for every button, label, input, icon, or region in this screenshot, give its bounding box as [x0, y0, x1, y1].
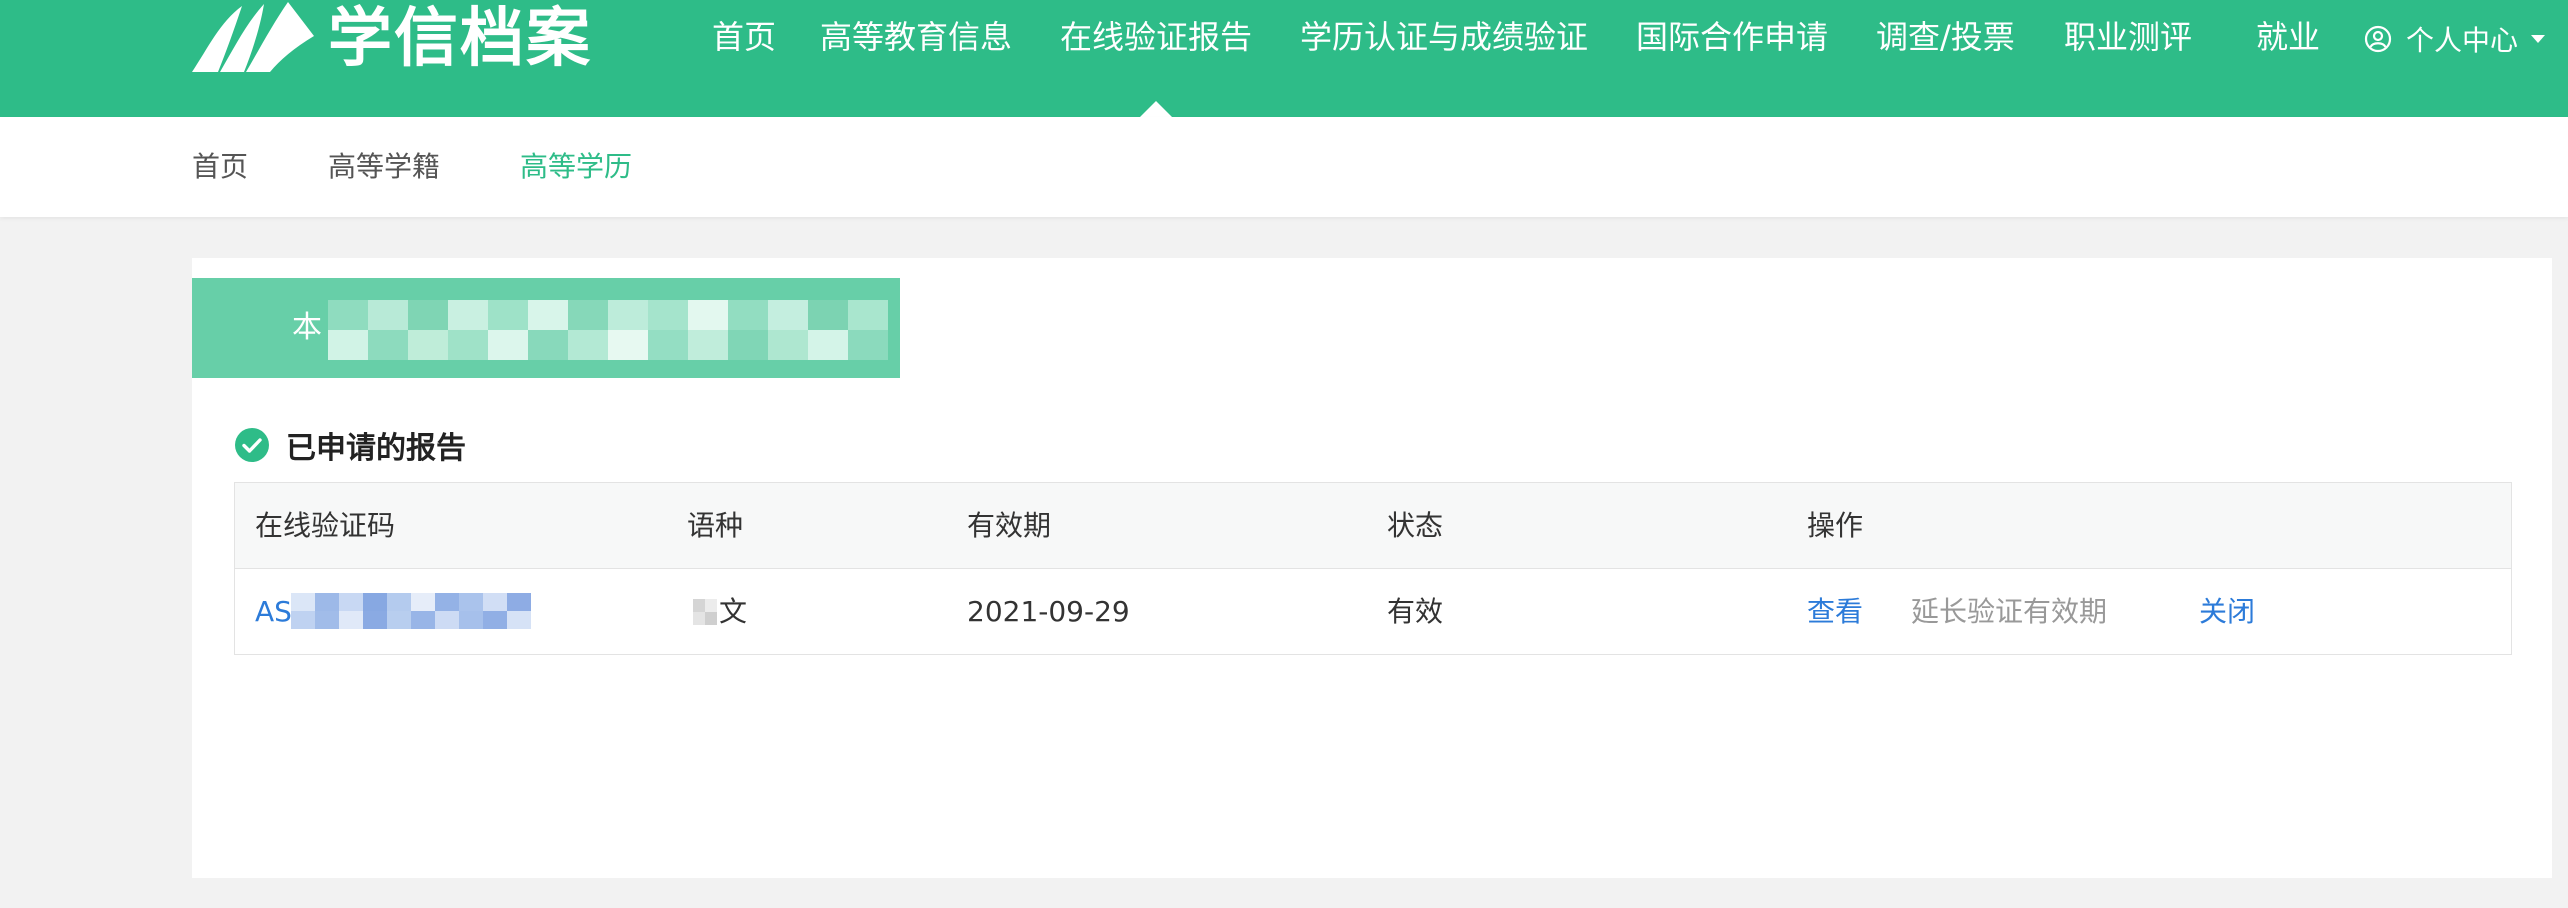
nav-item-higher-education-info[interactable]: 高等教育信息 [820, 0, 1012, 78]
redacted-verification-code [291, 593, 531, 629]
student-info-banner: 本 [192, 278, 900, 378]
nav-item-career-assessment[interactable]: 职业测评 [2064, 0, 2192, 78]
nav-item-home[interactable]: 首页 [712, 0, 776, 78]
sub-nav-bar: 首页 高等学籍 高等学历 [0, 117, 2568, 217]
redacted-language [693, 599, 717, 625]
nav-item-online-verification-report[interactable]: 在线验证报告 [1060, 0, 1252, 78]
banner-text: 本 [292, 310, 322, 345]
status-cell: 有效 [1387, 595, 1444, 628]
reports-table: 在线验证码 语种 有效期 状态 操作 ASI 文 2021-09-29 有效 查… [234, 482, 2512, 655]
user-center-label: 个人中心 [2406, 24, 2519, 57]
user-center-menu[interactable]: 个人中心 [2364, 0, 2546, 78]
column-header-actions: 操作 [1807, 509, 1864, 542]
redacted-banner-content [328, 300, 888, 360]
nav-item-survey-vote[interactable]: 调查/投票 [1876, 0, 2015, 78]
site-logo[interactable]: 学信档案 [190, 0, 592, 78]
check-circle-icon [235, 428, 269, 462]
table-row: ASI 文 2021-09-29 有效 查看 延长验证有效期 关闭 [235, 569, 2511, 654]
column-header-status: 状态 [1387, 509, 1444, 542]
content-card: 本 已申请的报告 在线验证码 语种 有效期 状态 操作 ASI 文 2021-0… [192, 258, 2552, 878]
close-report-link[interactable]: 关闭 [2199, 569, 2255, 654]
column-header-language: 语种 [687, 509, 744, 542]
active-nav-indicator [1140, 101, 1172, 117]
user-circle-icon [2364, 25, 2392, 53]
view-report-link[interactable]: 查看 [1807, 569, 1863, 654]
logo-wings-icon [192, 2, 314, 72]
nav-item-employment[interactable]: 就业 [2256, 0, 2320, 78]
reports-section-title: 已申请的报告 [234, 423, 466, 467]
language-cell: 文 [719, 595, 748, 628]
column-header-verification-code: 在线验证码 [255, 509, 396, 542]
column-header-expiry: 有效期 [967, 509, 1052, 542]
extend-validity-link[interactable]: 延长验证有效期 [1911, 569, 2107, 654]
expiry-cell: 2021-09-29 [967, 595, 1130, 628]
nav-item-international-cooperation[interactable]: 国际合作申请 [1636, 0, 1828, 78]
table-header-row: 在线验证码 语种 有效期 状态 操作 [235, 483, 2511, 569]
chevron-down-icon [2531, 35, 2546, 43]
subnav-item-higher-enrollment[interactable]: 高等学籍 [328, 117, 440, 217]
nav-item-degree-certification[interactable]: 学历认证与成绩验证 [1300, 0, 1588, 78]
top-nav-bar: 学信档案 首页 高等教育信息 在线验证报告 学历认证与成绩验证 国际合作申请 调… [0, 0, 2568, 117]
subnav-item-home[interactable]: 首页 [192, 117, 248, 217]
logo-text: 学信档案 [328, 2, 592, 76]
subnav-item-higher-degree[interactable]: 高等学历 [520, 117, 632, 217]
reports-title-text: 已申请的报告 [286, 431, 466, 466]
